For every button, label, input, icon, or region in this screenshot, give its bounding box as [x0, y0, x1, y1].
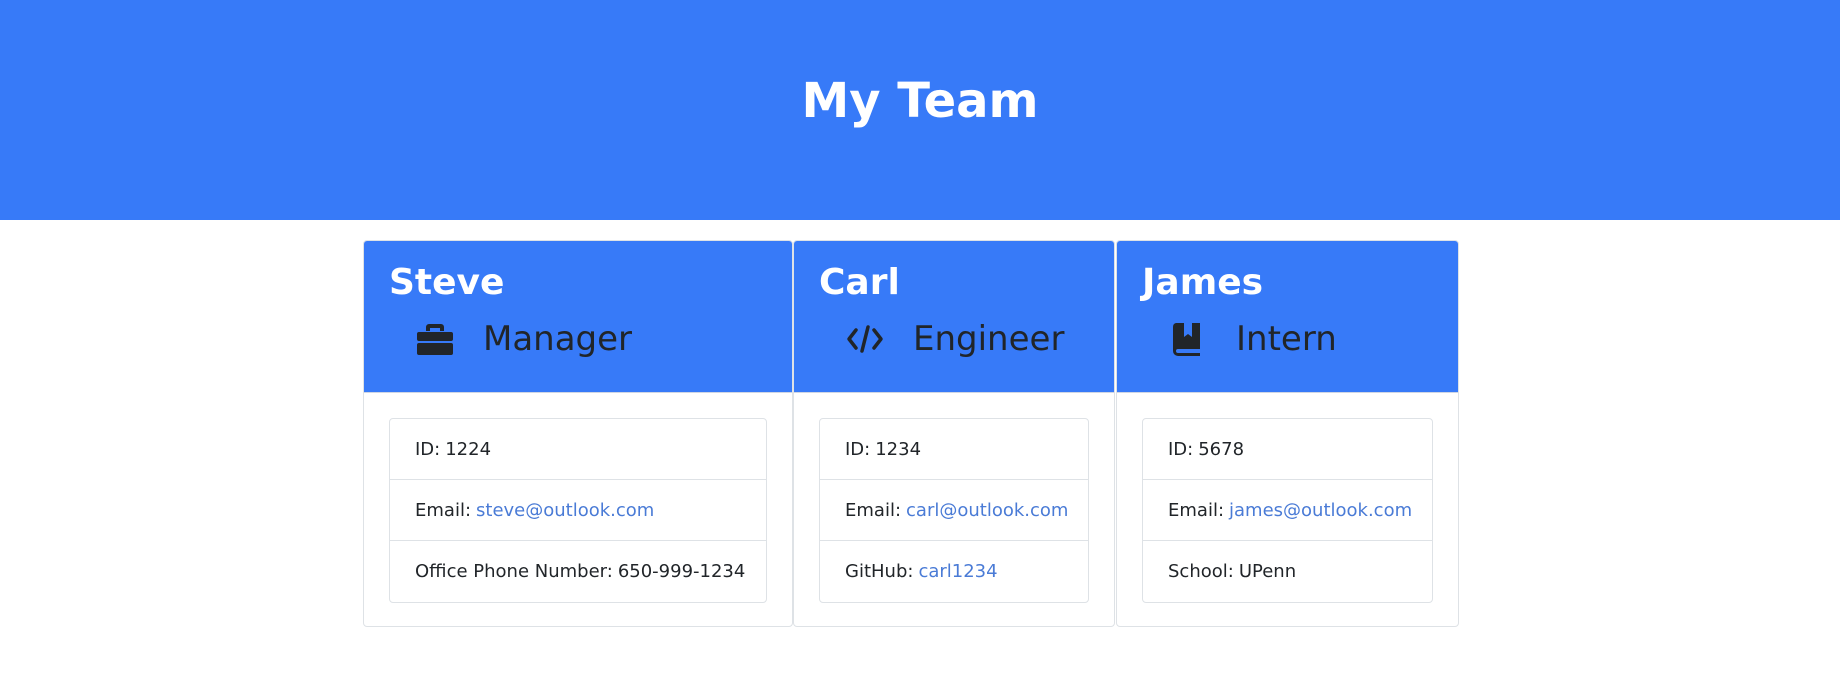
card-header: James Intern: [1117, 241, 1458, 393]
email-label: Email:: [1168, 499, 1225, 521]
office-phone-row: Office Phone Number: 650-999-1234: [390, 541, 766, 602]
id-value: 1234: [875, 438, 922, 460]
id-value: 1224: [445, 438, 492, 460]
employee-name: Carl: [819, 262, 900, 303]
id-label: ID:: [1168, 438, 1194, 460]
id-label: ID:: [845, 438, 871, 460]
email-row: Email: james@outlook.com: [1143, 480, 1432, 541]
github-row: GitHub: carl1234: [820, 541, 1088, 602]
briefcase-icon: [415, 319, 455, 359]
id-value: 5678: [1198, 438, 1245, 460]
employee-card-intern: James Intern ID: 5678 Email: james@outlo…: [1116, 240, 1459, 627]
email-label: Email:: [845, 499, 902, 521]
email-row: Email: carl@outlook.com: [820, 480, 1088, 541]
card-body: ID: 1224 Email: steve@outlook.com Office…: [364, 393, 792, 626]
github-label: GitHub:: [845, 561, 914, 582]
email-link[interactable]: carl@outlook.com: [906, 500, 1068, 521]
school-value: UPenn: [1238, 561, 1297, 582]
employee-role: Intern: [1142, 317, 1458, 361]
office-phone-value: 650-999-1234: [617, 561, 746, 582]
card-header: Carl Engineer: [794, 241, 1114, 393]
page-title: My Team: [801, 73, 1039, 129]
school-row: School: UPenn: [1143, 541, 1432, 602]
card-body: ID: 1234 Email: carl@outlook.com GitHub:…: [794, 393, 1114, 626]
employee-role: Manager: [389, 317, 792, 361]
id-row: ID: 1234: [820, 419, 1088, 480]
school-label: School:: [1168, 561, 1234, 582]
id-row: ID: 1224: [390, 419, 766, 480]
details-list: ID: 5678 Email: james@outlook.com School…: [1142, 418, 1433, 603]
id-label: ID:: [415, 438, 441, 460]
email-label: Email:: [415, 499, 472, 521]
employee-card-engineer: Carl Engineer ID: 1234 Email: carl@outlo…: [793, 240, 1115, 627]
employee-name: James: [1142, 262, 1264, 303]
employee-role: Engineer: [819, 317, 1114, 361]
card-body: ID: 5678 Email: james@outlook.com School…: [1117, 393, 1458, 626]
role-label: Engineer: [913, 319, 1065, 359]
email-link[interactable]: steve@outlook.com: [476, 500, 654, 521]
id-row: ID: 5678: [1143, 419, 1432, 480]
office-phone-label: Office Phone Number:: [415, 561, 613, 582]
code-icon: [845, 319, 885, 359]
employee-name: Steve: [389, 262, 505, 303]
employee-card-manager: Steve Manager ID: 1224 Email: steve@outl…: [363, 240, 793, 627]
book-icon: [1168, 319, 1208, 359]
details-list: ID: 1224 Email: steve@outlook.com Office…: [389, 418, 767, 603]
details-list: ID: 1234 Email: carl@outlook.com GitHub:…: [819, 418, 1089, 603]
page-header: My Team: [0, 0, 1840, 220]
role-label: Manager: [483, 319, 633, 359]
card-header: Steve Manager: [364, 241, 792, 393]
email-link[interactable]: james@outlook.com: [1229, 500, 1412, 521]
email-row: Email: steve@outlook.com: [390, 480, 766, 541]
github-link[interactable]: carl1234: [918, 561, 997, 582]
role-label: Intern: [1236, 319, 1337, 359]
